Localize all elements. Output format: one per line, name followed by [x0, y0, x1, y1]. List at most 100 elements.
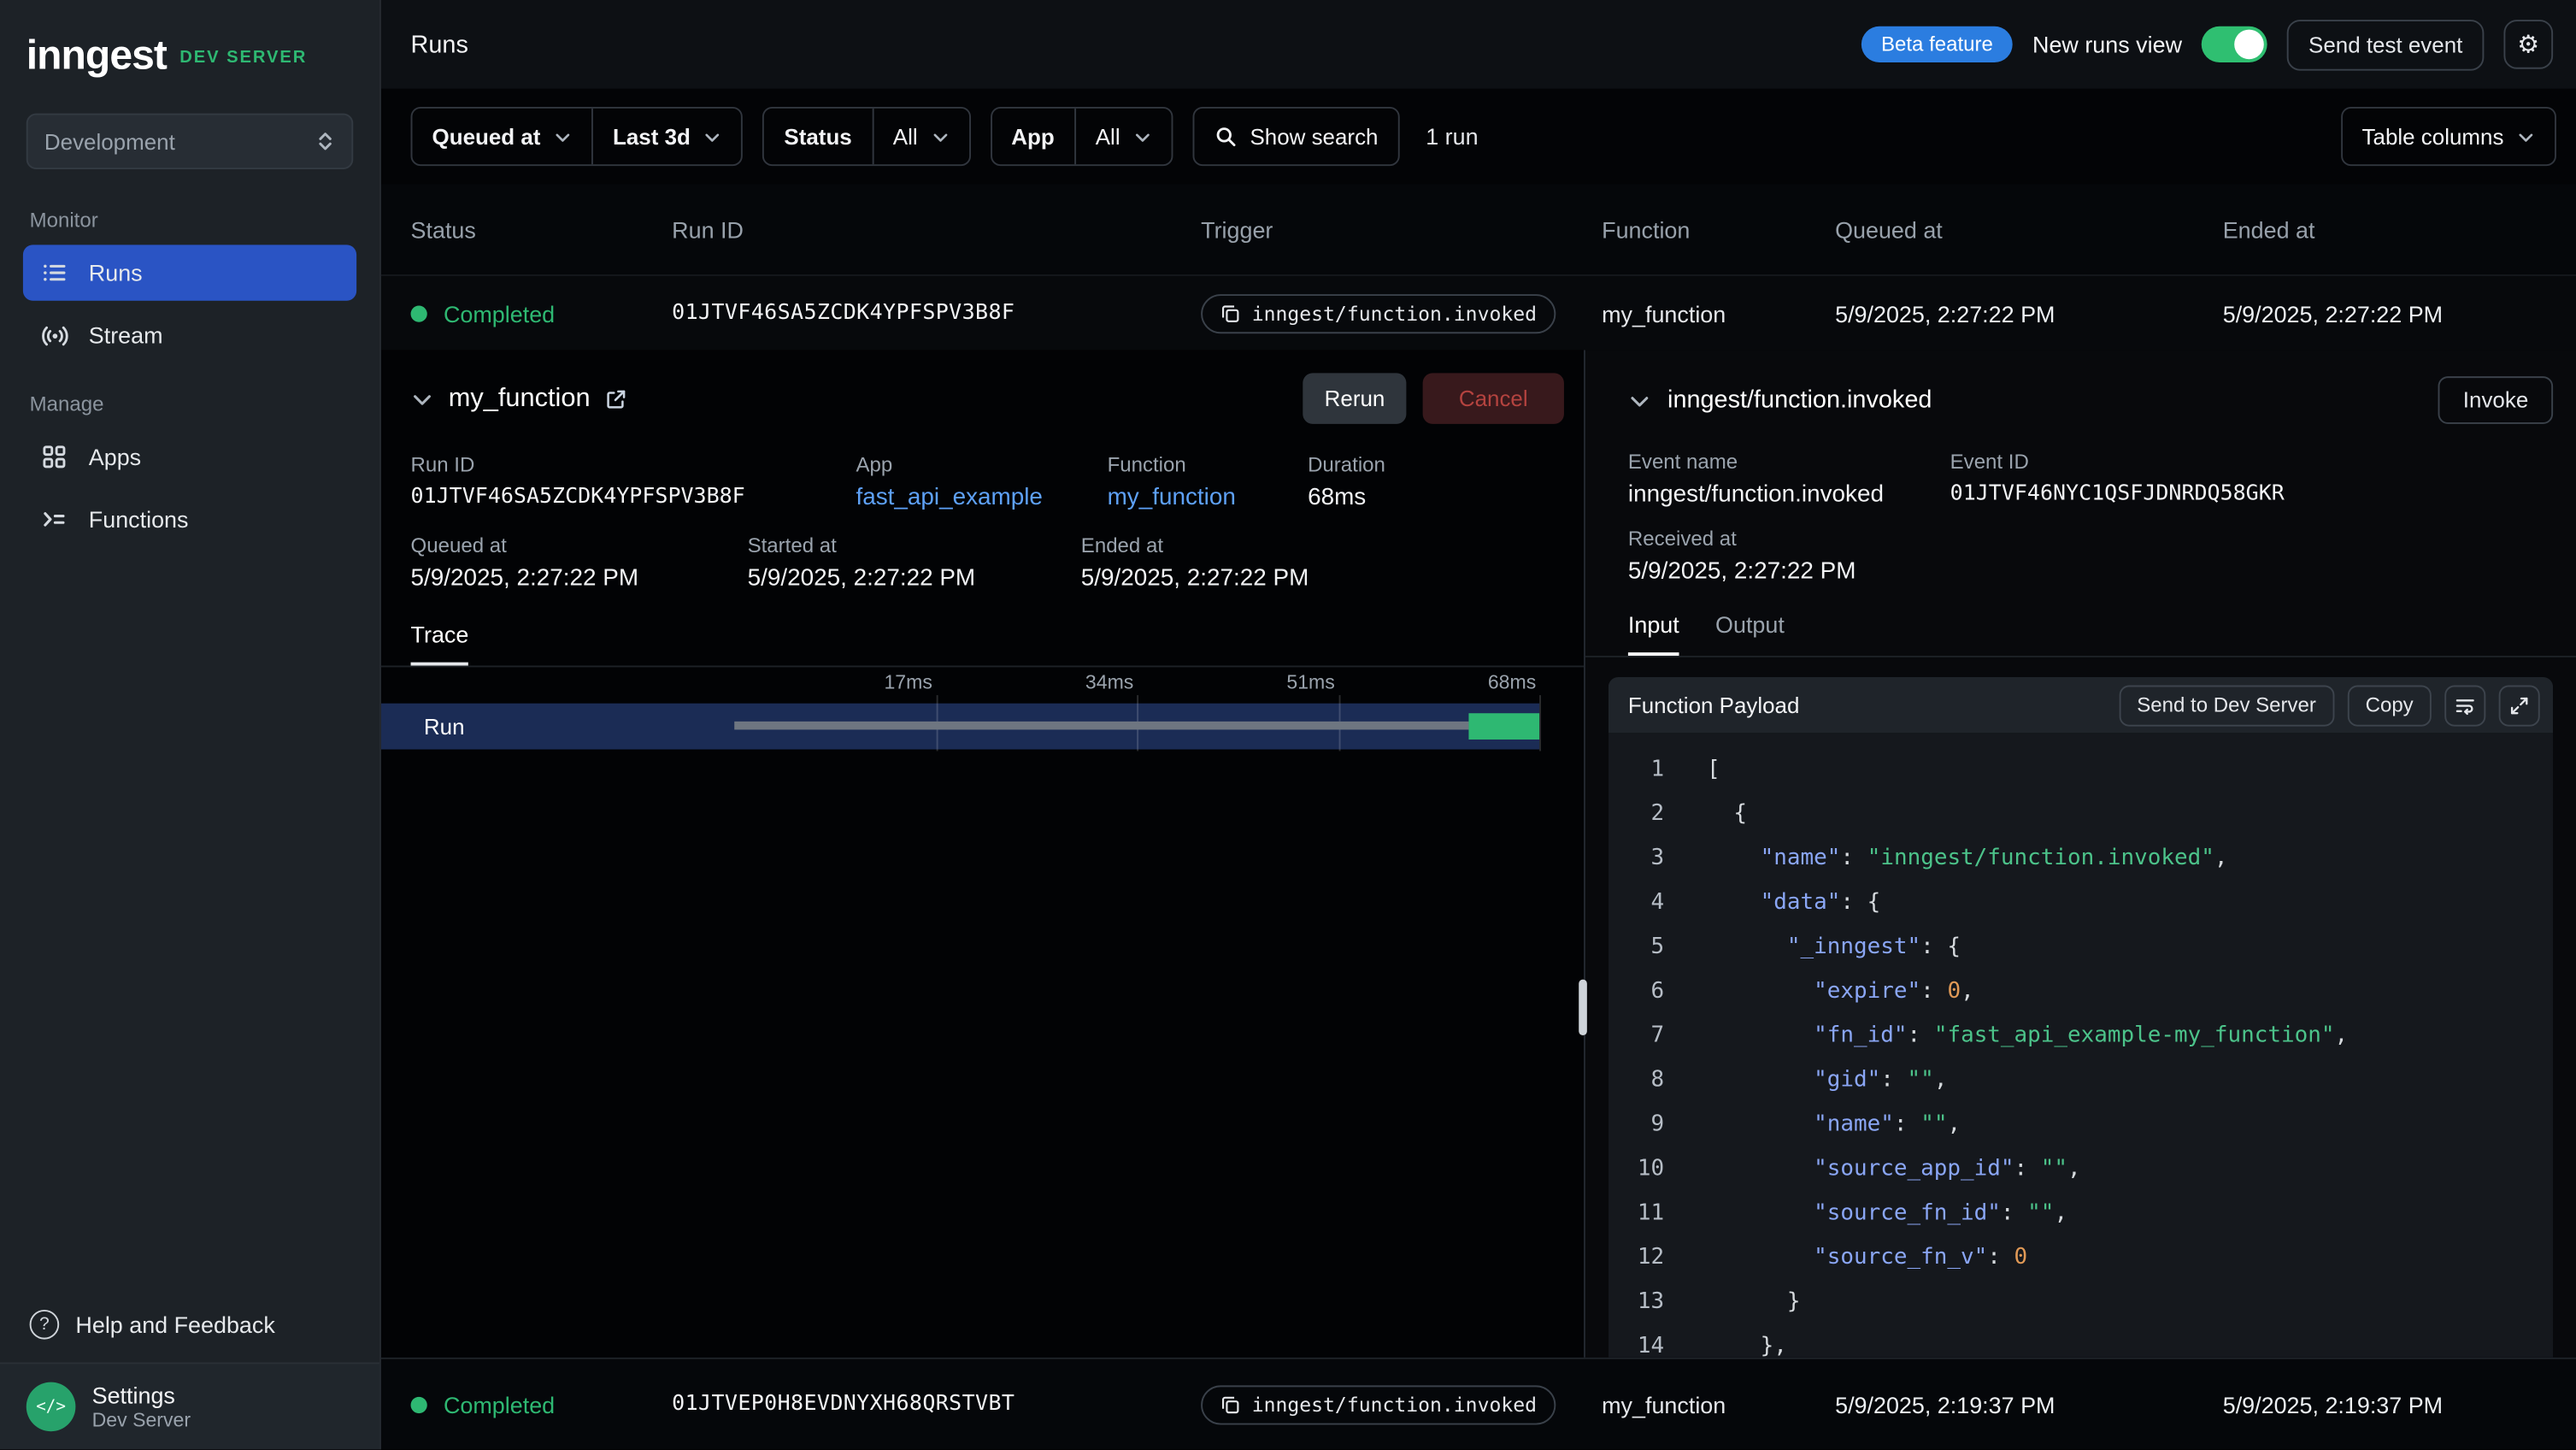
- tab-output[interactable]: Output: [1715, 611, 1785, 656]
- table-row[interactable]: Completed 01JTVF46SA5ZCDK4YPFSPV3B8F inn…: [381, 276, 2576, 350]
- field-ended-at: 5/9/2025, 2:27:22 PM: [1081, 565, 1309, 592]
- page-title: Runs: [411, 31, 468, 59]
- invoke-button[interactable]: Invoke: [2438, 376, 2553, 424]
- trace-span-label: Run: [381, 714, 465, 739]
- line-number: 11: [1609, 1199, 1664, 1225]
- collapse-chevron-icon[interactable]: [1628, 389, 1651, 412]
- gear-button[interactable]: ⚙: [2503, 20, 2553, 69]
- code-line: 3 "name": "inngest/function.invoked",: [1609, 834, 2553, 879]
- trace-gridline: [1539, 695, 1541, 751]
- payload-title: Function Payload: [1628, 693, 1800, 717]
- show-search-button[interactable]: Show search: [1192, 107, 1399, 166]
- select-updown-icon: [315, 130, 335, 153]
- toggle-knob: [2235, 30, 2265, 60]
- code-line: 5 "_inngest": {: [1609, 923, 2553, 968]
- trace-tabs: Trace: [381, 592, 1584, 667]
- time-range-filter[interactable]: Last 3d: [593, 109, 742, 164]
- code-line: 12 "source_fn_v": 0: [1609, 1235, 2553, 1279]
- sidebar-item-label: Runs: [89, 260, 143, 286]
- sidebar-item-label: Stream: [89, 322, 163, 349]
- sidebar: inngest DEV SERVER Development Monitor R…: [0, 0, 381, 1449]
- status-dot-icon: [411, 305, 427, 321]
- table-row[interactable]: Completed 01JTVEP0H8EVDNYXH68QRSTVBT inn…: [381, 1358, 2576, 1450]
- word-wrap-button[interactable]: [2444, 685, 2485, 726]
- payload-card: Function Payload Send to Dev Server Copy…: [1609, 677, 2553, 1358]
- stream-icon: [39, 321, 69, 351]
- line-number: 8: [1609, 1066, 1664, 1093]
- trace-timeline: 17ms34ms51ms68ms: [734, 667, 1539, 765]
- queued-at-filter[interactable]: Queued at: [412, 109, 591, 164]
- chevron-down-icon: [931, 127, 949, 145]
- run-detail-panel: my_function Rerun Cancel Run ID 01JTVF46…: [381, 350, 1585, 1357]
- status-filter-value[interactable]: All: [873, 109, 969, 164]
- status-filter[interactable]: Status All: [762, 107, 970, 166]
- gear-icon: ⚙: [2517, 30, 2539, 60]
- apps-icon: [39, 442, 69, 472]
- line-number: 7: [1609, 1022, 1664, 1048]
- sidebar-item-functions[interactable]: Functions: [23, 492, 356, 547]
- rerun-button[interactable]: Rerun: [1303, 373, 1407, 424]
- app-filter[interactable]: App All: [990, 107, 1173, 166]
- new-runs-view-toggle[interactable]: [2202, 27, 2267, 62]
- run-id: 01JTVF46SA5ZCDK4YPFSPV3B8F: [672, 301, 1201, 326]
- code-line: 8 "gid": "",: [1609, 1057, 2553, 1101]
- app-filter-value[interactable]: All: [1076, 109, 1172, 164]
- run-detail-fields-row-1: Run ID 01JTVF46SA5ZCDK4YPFSPV3B8F App fa…: [381, 440, 1584, 511]
- cancel-button[interactable]: Cancel: [1423, 373, 1564, 424]
- trigger-badge[interactable]: inngest/function.invoked: [1201, 1384, 1556, 1423]
- sidebar-item-stream[interactable]: Stream: [23, 307, 356, 362]
- settings-link[interactable]: </> Settings Dev Server: [0, 1363, 379, 1450]
- main-content: Runs Beta feature New runs view Send tes…: [381, 0, 2576, 1449]
- run-id: 01JTVEP0H8EVDNYXH68QRSTVBT: [672, 1392, 1201, 1417]
- field-queued-at: 5/9/2025, 2:27:22 PM: [411, 565, 748, 592]
- environment-select-value: Development: [44, 129, 175, 154]
- show-search-label: Show search: [1250, 124, 1378, 149]
- received-at: 5/9/2025, 2:27:22 PM: [1628, 559, 2533, 586]
- field-app-link[interactable]: fast_api_example: [856, 485, 1107, 511]
- send-to-dev-server-button[interactable]: Send to Dev Server: [2119, 685, 2334, 726]
- panel-resize-handle[interactable]: [1579, 980, 1587, 1035]
- payload-code-block[interactable]: 1[2 {3 "name": "inngest/function.invoked…: [1609, 733, 2553, 1357]
- sidebar-item-apps[interactable]: Apps: [23, 429, 356, 485]
- detail-split: my_function Rerun Cancel Run ID 01JTVF46…: [381, 350, 2576, 1357]
- field-label: Event name: [1628, 451, 1950, 474]
- tab-trace[interactable]: Trace: [411, 622, 469, 666]
- queued-at-value: 5/9/2025, 2:19:37 PM: [1835, 1391, 2223, 1418]
- code-line: 13 }: [1609, 1278, 2553, 1323]
- environment-select[interactable]: Development: [26, 114, 354, 169]
- settings-title: Settings: [92, 1382, 191, 1409]
- code-line: 4 "data": {: [1609, 879, 2553, 923]
- chevron-down-icon: [1133, 127, 1151, 145]
- queued-at-value: 5/9/2025, 2:27:22 PM: [1835, 300, 2223, 327]
- field-label: Event ID: [1950, 451, 2285, 474]
- trigger-badge[interactable]: inngest/function.invoked: [1201, 293, 1556, 333]
- tab-input[interactable]: Input: [1628, 611, 1679, 656]
- collapse-chevron-icon[interactable]: [411, 387, 434, 410]
- field-function-link[interactable]: my_function: [1108, 485, 1309, 511]
- help-icon: ?: [30, 1310, 60, 1340]
- event-fields: Event name inngest/function.invoked Even…: [1585, 437, 2576, 508]
- copy-button[interactable]: Copy: [2347, 685, 2431, 726]
- expand-icon: [2508, 694, 2530, 716]
- table-columns-button[interactable]: Table columns: [2341, 107, 2556, 166]
- send-test-event-button[interactable]: Send test event: [2287, 19, 2484, 70]
- app-filter-label: App: [991, 109, 1074, 164]
- expand-button[interactable]: [2499, 685, 2540, 726]
- trace-segment-execution[interactable]: [1468, 713, 1539, 740]
- time-range-value: Last 3d: [613, 124, 691, 149]
- code-line: 1[: [1609, 746, 2553, 791]
- line-number: 13: [1609, 1288, 1664, 1314]
- status-label: Completed: [444, 300, 555, 327]
- line-number: 5: [1609, 933, 1664, 959]
- trace-segment-waiting[interactable]: [734, 722, 1468, 730]
- field-label: App: [856, 454, 1107, 477]
- chevron-down-icon: [554, 127, 572, 145]
- dev-server-avatar-icon: </>: [26, 1382, 76, 1432]
- line-number: 14: [1609, 1332, 1664, 1358]
- event-detail-panel: inngest/function.invoked Invoke Event na…: [1585, 350, 2576, 1357]
- sidebar-item-runs[interactable]: Runs: [23, 245, 356, 300]
- help-and-feedback-link[interactable]: ? Help and Feedback: [0, 1287, 379, 1362]
- trace-tick-label: 17ms: [884, 670, 935, 693]
- external-link-icon[interactable]: [605, 387, 628, 410]
- trace-tick-label: 34ms: [1085, 670, 1137, 693]
